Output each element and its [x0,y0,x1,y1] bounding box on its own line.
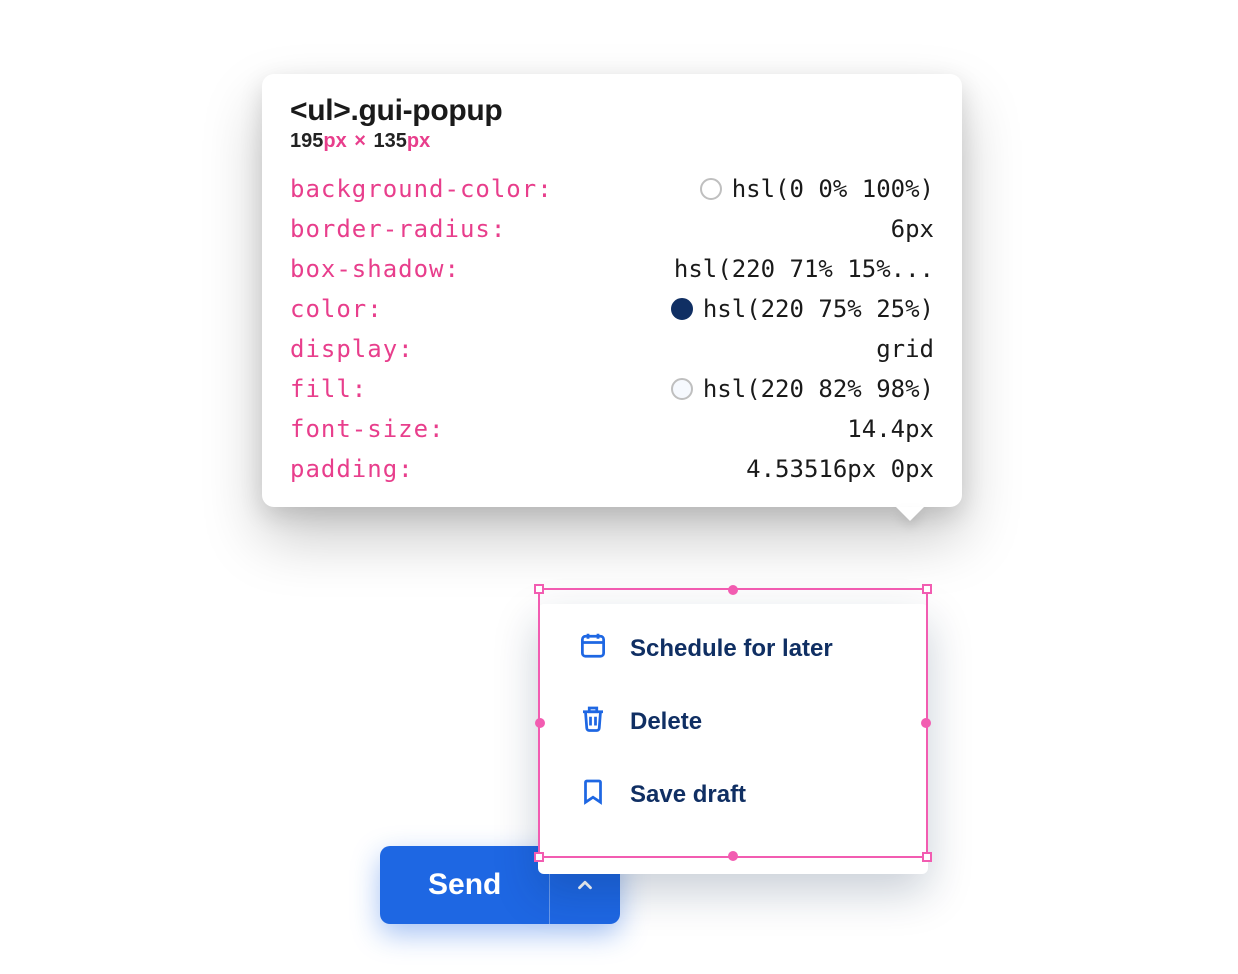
dim-height-unit: px [407,130,430,152]
tooltip-css-properties: background-color hsl(0 0% 100%) border-rad… [290,175,934,483]
css-property-value: 14.4px [847,415,934,443]
css-property-row: display grid [290,335,934,363]
popup-menu-item[interactable]: Save draft [538,768,928,821]
bookmark-icon [578,776,608,813]
css-property-name: background-color [290,175,553,203]
css-property-value: grid [876,335,934,363]
css-property-value-text: hsl(220 71% 15%... [674,255,934,283]
css-property-value: 4.53516px 0px [746,455,934,483]
send-button-label: Send [428,868,501,901]
css-property-name: border-radius [290,215,506,243]
color-swatch [671,298,693,320]
css-property-name: color [290,295,383,323]
css-property-value-text: 4.53516px 0px [746,455,934,483]
popup-menu-item[interactable]: Schedule for later [538,622,928,675]
selection-handle [922,584,932,594]
css-property-value-text: hsl(220 82% 98%) [703,375,934,403]
tooltip-selector: <ul>.gui-popup [290,94,934,128]
css-property-name: font-size [290,415,445,443]
popup-menu-item-label: Save draft [630,781,746,809]
tooltip-dimensions: 195px × 135px [290,130,934,153]
chevron-up-icon [574,874,596,896]
css-property-value: 6px [891,215,934,243]
css-property-row: font-size 14.4px [290,415,934,443]
css-property-value-text: 6px [891,215,934,243]
css-property-row: color hsl(220 75% 25%) [290,295,934,323]
css-property-row: padding 4.53516px 0px [290,455,934,483]
css-property-value: hsl(0 0% 100%) [700,175,934,203]
css-property-name: box-shadow [290,255,460,283]
dim-height: 135 [374,130,407,152]
devtools-element-tooltip: <ul>.gui-popup 195px × 135px background-… [262,74,962,507]
gui-popup[interactable]: Schedule for later Delete Save draft [538,604,928,874]
css-property-row: border-radius 6px [290,215,934,243]
css-property-value: hsl(220 75% 25%) [671,295,934,323]
dim-width-unit: px [323,130,346,152]
popup-menu-item-label: Delete [630,708,702,736]
css-property-row: box-shadow hsl(220 71% 15%... [290,255,934,283]
css-property-row: background-color hsl(0 0% 100%) [290,175,934,203]
css-property-value: hsl(220 71% 15%... [674,255,934,283]
dim-width: 195 [290,130,323,152]
selector-tag: <ul> [290,94,351,127]
css-property-value-text: grid [876,335,934,363]
dim-separator: × [352,130,368,152]
calendar-icon [578,630,608,667]
selector-class: .gui-popup [351,94,503,127]
css-property-value-text: 14.4px [847,415,934,443]
css-property-row: fill hsl(220 82% 98%) [290,375,934,403]
css-property-name: display [290,335,414,363]
css-property-name: fill [290,375,367,403]
selection-midpoint [728,585,738,595]
trash-icon [578,703,608,740]
selection-handle [534,584,544,594]
color-swatch [671,378,693,400]
css-property-value: hsl(220 82% 98%) [671,375,934,403]
color-swatch [700,178,722,200]
css-property-name: padding [290,455,414,483]
send-button[interactable]: Send [380,846,549,924]
popup-menu-item-label: Schedule for later [630,635,833,663]
css-property-value-text: hsl(220 75% 25%) [703,295,934,323]
css-property-value-text: hsl(0 0% 100%) [732,175,934,203]
popup-menu-item[interactable]: Delete [538,695,928,748]
